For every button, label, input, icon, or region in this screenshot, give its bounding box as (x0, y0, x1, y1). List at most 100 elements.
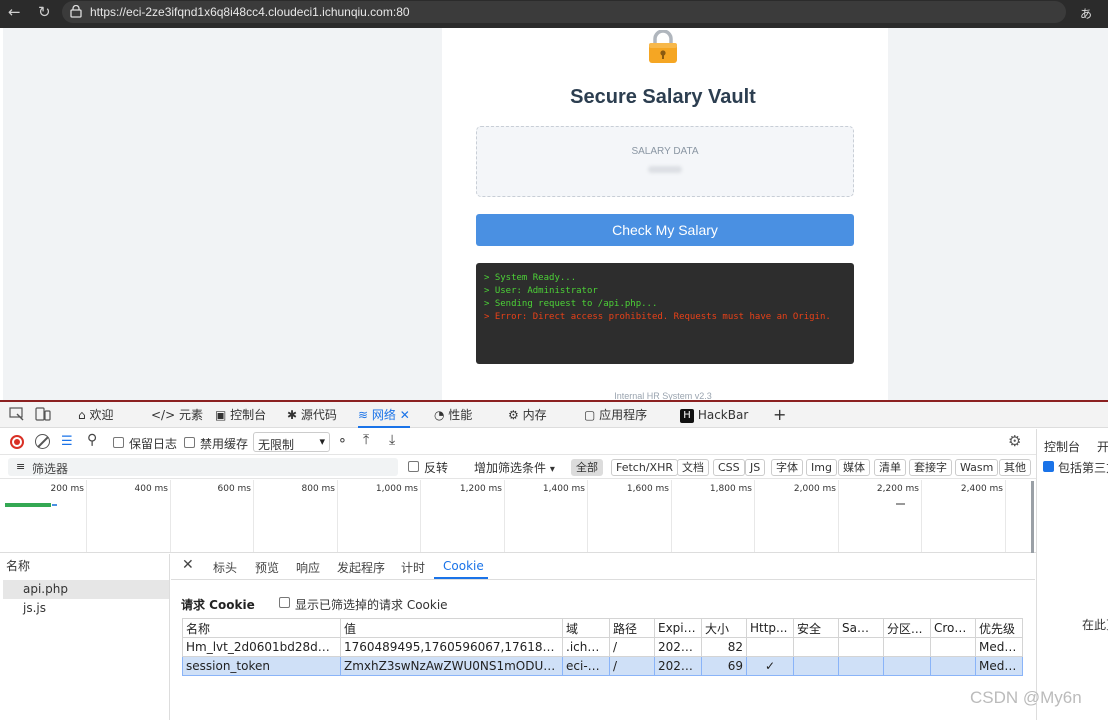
chip-doc[interactable]: 文档 (677, 459, 709, 476)
table-cell (838, 656, 884, 676)
page-title: Secure Salary Vault (570, 86, 756, 108)
column-header[interactable]: 安全 (793, 618, 839, 638)
preserve-log-label: 保留日志 (129, 437, 178, 451)
chip-other[interactable]: 其他 (999, 459, 1031, 476)
chip-wasm[interactable]: Wasm (955, 459, 999, 476)
table-row[interactable]: Hm_lvt_2d0601bd28de7d... 1760489495,1760… (182, 637, 1023, 657)
timeline-request-bar (896, 503, 905, 505)
tab-elements[interactable]: </> 元素 (151, 402, 203, 428)
third-party-checkbox[interactable] (1043, 461, 1054, 472)
tab-timing[interactable]: 计时 (401, 559, 425, 576)
chip-all[interactable]: 全部 (571, 459, 603, 476)
column-header[interactable]: 优先级 (975, 618, 1023, 638)
timeline-gridline (587, 480, 588, 552)
chip-socket[interactable]: 套接字 (909, 459, 952, 476)
column-header[interactable]: 域 (562, 618, 610, 638)
disable-cache-checkbox[interactable] (184, 437, 195, 448)
lock-icon (645, 30, 681, 63)
filter-input[interactable]: ≡ 筛选器 (8, 458, 398, 476)
tab-network[interactable]: ≋ 网络 ✕ (358, 402, 410, 428)
show-filtered-checkbox[interactable] (279, 597, 290, 608)
drawer-tab-console[interactable]: 控制台 (1044, 438, 1080, 455)
table-cell: 2026... (654, 656, 702, 676)
record-icon[interactable] (10, 435, 24, 449)
filter-toggle-icon[interactable]: ☰ (61, 434, 73, 449)
column-header[interactable]: 值 (340, 618, 563, 638)
chip-manifest[interactable]: 清单 (874, 459, 906, 476)
tab-sources[interactable]: ✱ 源代码 (287, 402, 337, 428)
tab-label: 源代码 (300, 408, 337, 422)
table-cell (883, 656, 931, 676)
request-list-header[interactable]: 名称 (6, 557, 30, 574)
tab-label: 元素 (178, 408, 203, 422)
active-tab-indicator (434, 577, 488, 579)
table-cell: / (609, 656, 655, 676)
import-har-icon[interactable]: ⤒ (363, 432, 369, 448)
tab-label: 欢迎 (89, 408, 114, 422)
tab-application[interactable]: ▢ 应用程序 (584, 402, 647, 428)
table-cell: Medi... (975, 656, 1023, 676)
table-row-selected[interactable]: session_token ZmxhZ3swNzAwZWU0NS1mODU4LT… (182, 656, 1023, 676)
tab-headers[interactable]: 标头 (213, 559, 237, 576)
terminal-line: > System Ready... (484, 273, 577, 283)
table-cell (746, 637, 794, 657)
tab-response[interactable]: 响应 (296, 559, 320, 576)
column-header[interactable]: Cross... (930, 618, 976, 638)
timeline-tick-label: 600 ms (217, 484, 252, 494)
timeline-gridline (420, 480, 421, 552)
device-emulation-icon[interactable] (35, 407, 51, 421)
tab-label: 控制台 (230, 408, 267, 422)
tab-welcome[interactable]: ⌂ 欢迎 (78, 402, 113, 428)
chip-img[interactable]: Img (806, 459, 837, 476)
column-header[interactable]: Expir... (654, 618, 702, 638)
chip-font[interactable]: 字体 (771, 459, 803, 476)
chevron-down-icon: ▾ (319, 435, 325, 448)
translate-icon[interactable]: あ (1080, 5, 1092, 22)
clear-icon[interactable] (35, 434, 50, 449)
check-salary-button[interactable]: Check My Salary (476, 214, 854, 246)
throttle-select[interactable]: 无限制 ▾ (253, 432, 330, 452)
column-header[interactable]: 路径 (609, 618, 655, 638)
close-icon[interactable]: ✕ (400, 408, 410, 422)
search-icon[interactable]: ⚲ (87, 432, 97, 448)
terminal-error-line: > Error: Direct access prohibited. Reque… (484, 312, 831, 322)
export-har-icon[interactable]: ⤓ (389, 432, 395, 448)
column-header[interactable]: Http... (746, 618, 794, 638)
timeline-scrollbar[interactable] (1031, 481, 1034, 553)
chip-fetch-xhr[interactable]: Fetch/XHR (611, 459, 678, 476)
add-tab-icon[interactable]: + (773, 402, 786, 428)
column-header[interactable]: Sam... (838, 618, 884, 638)
table-cell: 82 (701, 637, 747, 657)
request-row-api[interactable]: api.php (3, 580, 169, 599)
terminal-line: > User: Administrator (484, 286, 598, 296)
site-info-icon[interactable] (70, 5, 82, 18)
tab-console[interactable]: ▣ 控制台 (215, 402, 266, 428)
inspect-icon[interactable] (9, 407, 25, 421)
tab-label: HackBar (697, 408, 749, 422)
close-detail-icon[interactable]: ✕ (182, 557, 194, 573)
tab-hackbar[interactable]: H HackBar (680, 402, 748, 428)
drawer-tab-more[interactable]: 开 (1097, 438, 1108, 455)
terminal-log: > System Ready... > User: Administrator … (476, 263, 854, 364)
tab-performance[interactable]: ◔ 性能 (434, 402, 472, 428)
chip-css[interactable]: CSS (713, 459, 745, 476)
preserve-log-checkbox[interactable] (113, 437, 124, 448)
column-header[interactable]: 大小 (701, 618, 747, 638)
settings-icon[interactable]: ⚙ (1008, 432, 1021, 450)
request-row-js[interactable]: js.js (3, 599, 169, 618)
column-header[interactable]: 分区... (883, 618, 931, 638)
back-icon[interactable]: ← (8, 3, 21, 21)
add-filter-dropdown[interactable]: 增加筛选条件 ▾ (474, 459, 555, 476)
invert-checkbox[interactable] (408, 461, 419, 472)
chip-js[interactable]: JS (745, 459, 766, 476)
tab-initiator[interactable]: 发起程序 (337, 559, 385, 576)
reload-icon[interactable]: ↻ (38, 3, 51, 21)
tab-memory[interactable]: ⚙ 内存 (508, 402, 547, 428)
chip-media[interactable]: 媒体 (838, 459, 870, 476)
tab-cookie[interactable]: Cookie (443, 559, 484, 573)
salary-value-hidden (648, 166, 682, 173)
tab-preview[interactable]: 预览 (255, 559, 279, 576)
column-header[interactable]: 名称 (182, 618, 341, 638)
network-conditions-icon[interactable]: ⚬ (337, 434, 348, 449)
table-cell (793, 656, 839, 676)
